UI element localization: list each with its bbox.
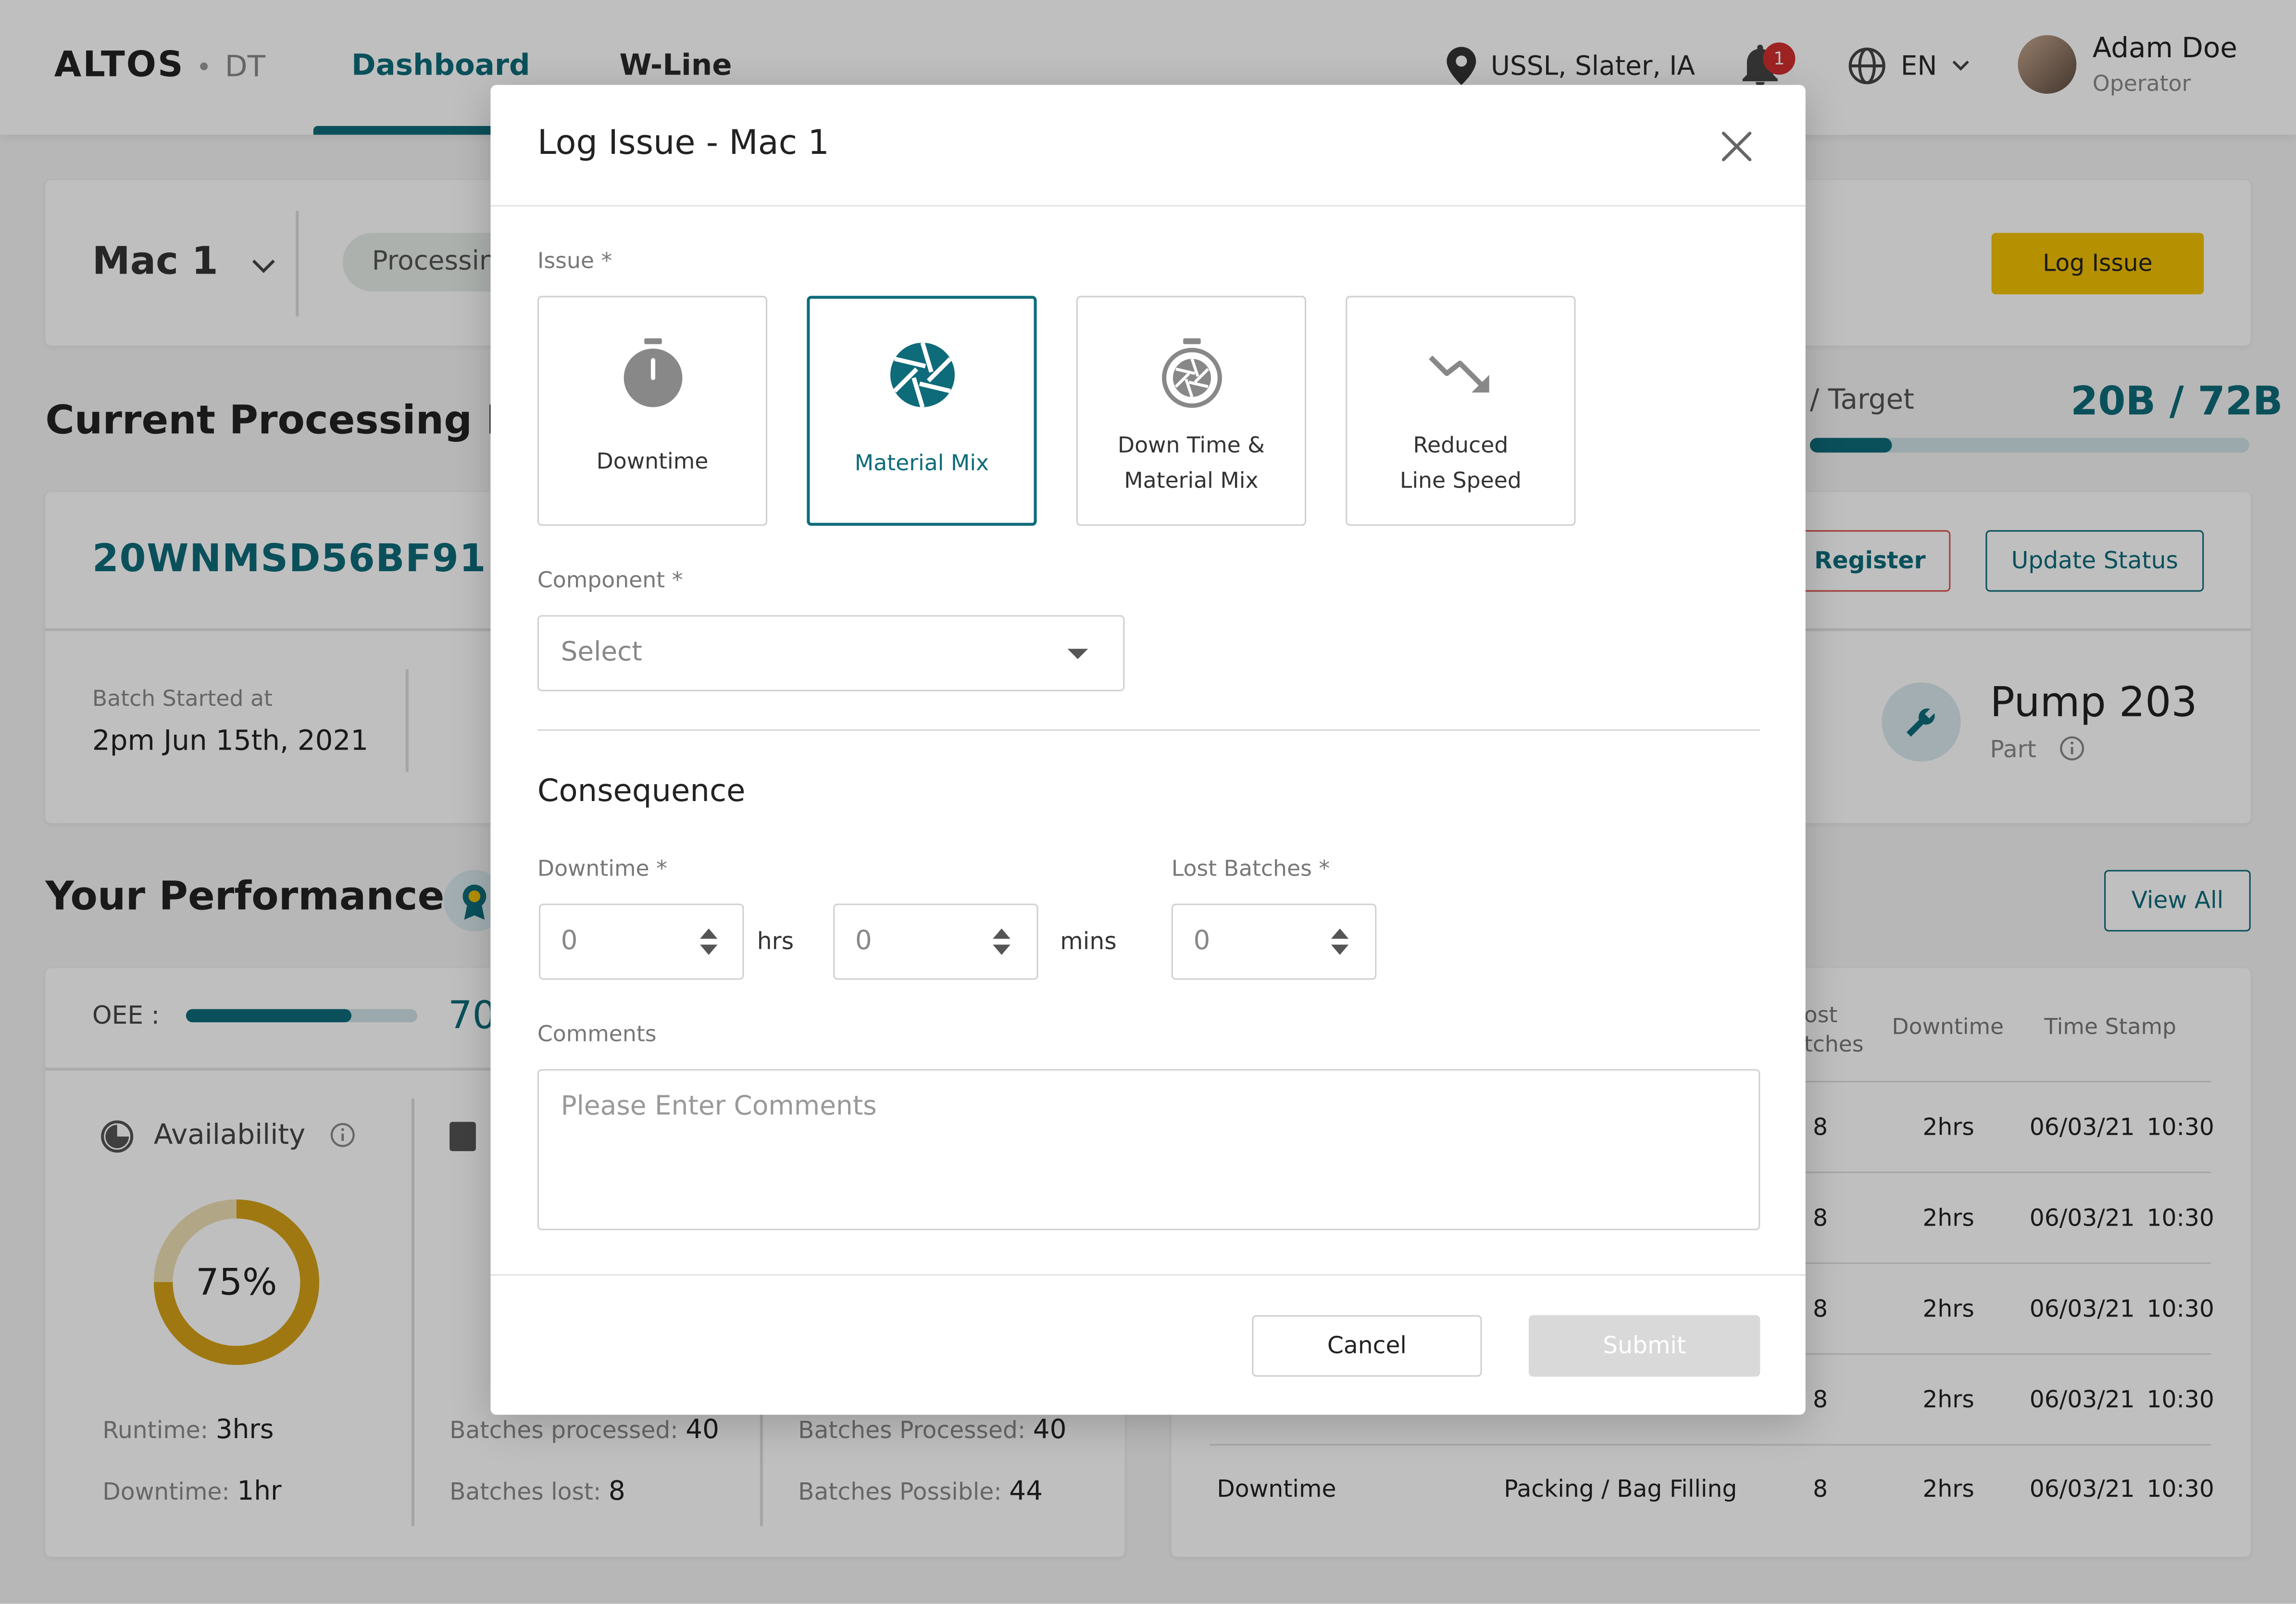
issue-option-material-mix[interactable]: Material Mix [807,296,1037,526]
comments-label: Comments [537,1021,657,1047]
hrs-unit: hrs [757,927,794,955]
cancel-button[interactable]: Cancel [1252,1315,1482,1377]
component-select[interactable]: Select [537,615,1125,691]
issue-option-label-line1: Down Time & [1117,432,1265,459]
divider [490,1274,1806,1276]
issue-option-downtime-material-mix[interactable]: Down Time & Material Mix [1076,296,1307,526]
stepper-arrows-icon[interactable] [699,927,719,956]
divider [490,205,1806,207]
close-icon[interactable] [1719,129,1754,164]
issue-option-label-line1: Reduced [1413,432,1509,459]
issue-option-downtime[interactable]: Downtime [537,296,768,526]
lost-batches-label: Lost Batches * [1171,855,1330,882]
divider [537,729,1760,731]
issue-option-reduced-line-speed[interactable]: Reduced Line Speed [1346,296,1576,526]
issue-label: Issue * [537,247,612,274]
submit-button[interactable]: Submit [1529,1315,1760,1377]
issue-option-label: Downtime [596,448,709,475]
issue-option-label-line2: Material Mix [1124,467,1259,494]
comments-textarea[interactable]: Please Enter Comments [537,1069,1760,1230]
issue-option-label: Material Mix [854,450,989,476]
component-label: Component * [537,566,683,593]
issue-option-label-line2: Line Speed [1399,467,1522,494]
consequence-heading: Consequence [537,773,746,809]
stepper-arrows-icon[interactable] [1330,927,1350,956]
stepper-arrows-icon[interactable] [991,927,1012,956]
aperture-icon [889,342,954,408]
modal-title: Log Issue - Mac 1 [537,124,830,163]
trend-down-icon [1428,355,1489,393]
stopwatch-icon [623,338,682,407]
downtime-label: Downtime * [537,855,667,882]
caret-down-icon [1067,649,1088,659]
mins-unit: mins [1060,927,1117,955]
stopwatch-aperture-icon [1161,338,1222,408]
